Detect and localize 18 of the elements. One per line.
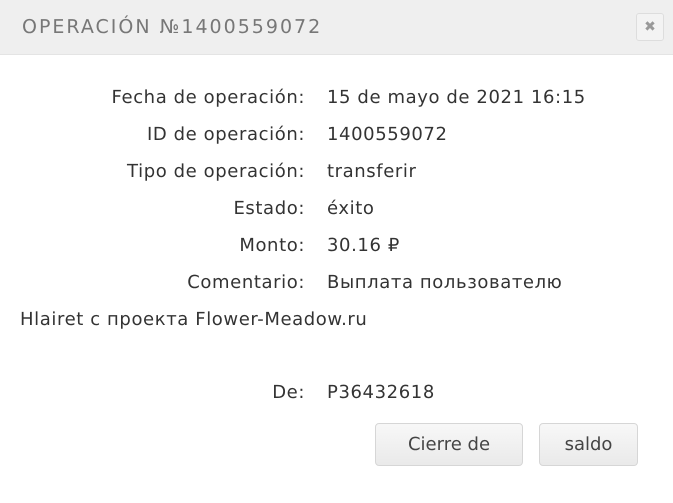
field-value: 30.16 ₽ [327, 235, 400, 256]
field-value: 1400559072 [327, 124, 448, 145]
action-button[interactable]: Cierre de [375, 423, 523, 466]
field-value: P36432618 [327, 382, 435, 403]
field-value: éxito [327, 198, 374, 219]
field-value: Hlairet с проекта Flower-Meadow.ru [20, 308, 368, 332]
field-label: De: [271, 381, 305, 405]
field-label: Monto: [238, 234, 305, 258]
field-label: Tipo de operación: [126, 160, 305, 184]
field-label: Estado: [232, 197, 305, 221]
field-label: ID de operación: [146, 123, 305, 147]
action-button[interactable]: saldo [539, 423, 638, 466]
field-value: 15 de mayo de 2021 16:15 [327, 87, 586, 108]
field-label: Fecha de operación: [110, 86, 305, 110]
field-label: Comentario: [186, 271, 305, 295]
dialog-title: OPERACIÓN №1400559072 [22, 16, 322, 38]
field-value: Выплата пользователю [327, 272, 562, 293]
field-value: transferir [327, 161, 416, 182]
